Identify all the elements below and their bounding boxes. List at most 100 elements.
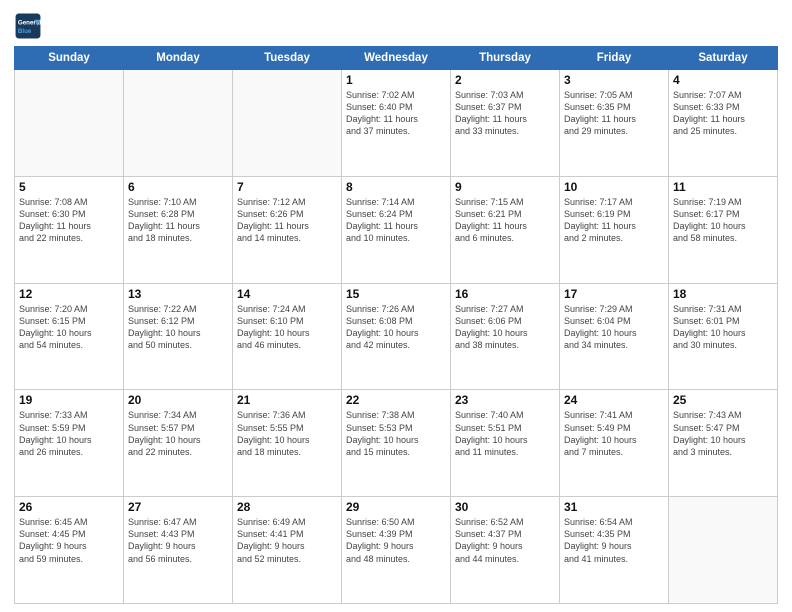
- calendar-day-cell: 25Sunrise: 7:43 AM Sunset: 5:47 PM Dayli…: [669, 390, 778, 497]
- calendar-day-cell: 21Sunrise: 7:36 AM Sunset: 5:55 PM Dayli…: [233, 390, 342, 497]
- day-number: 24: [564, 393, 664, 407]
- day-info: Sunrise: 7:34 AM Sunset: 5:57 PM Dayligh…: [128, 409, 228, 458]
- calendar-day-cell: 9 Sunrise: 7:15 AM Sunset: 6:21 PM Daylig…: [451, 176, 560, 283]
- calendar-day-cell: 13 Sunrise: 7:22 AM Sunset: 6:12 PM Dayli…: [124, 283, 233, 390]
- day-info: Sunrise: 7:33 AM Sunset: 5:59 PM Dayligh…: [19, 409, 119, 458]
- calendar-week-row: 12Sunrise: 7:20 AM Sunset: 6:15 PM Dayli…: [15, 283, 778, 390]
- day-number: 1: [346, 73, 446, 87]
- calendar-day-cell: 2Sunrise: 7:03 AM Sunset: 6:37 PM Daylig…: [451, 70, 560, 177]
- weekday-header: Friday: [560, 47, 669, 70]
- day-info: Sunrise: 7:22 AM Sunset: 6:12 PM Dayligh…: [128, 303, 228, 352]
- day-number: 13: [128, 287, 228, 301]
- calendar-day-cell: 27Sunrise: 6:47 AM Sunset: 4:43 PM Dayli…: [124, 497, 233, 604]
- day-info: Sunrise: 6:52 AM Sunset: 4:37 PM Dayligh…: [455, 516, 555, 565]
- day-info: Sunrise: 7:38 AM Sunset: 5:53 PM Dayligh…: [346, 409, 446, 458]
- day-info: Sunrise: 7:26 AM Sunset: 6:08 PM Dayligh…: [346, 303, 446, 352]
- weekday-row: SundayMondayTuesdayWednesdayThursdayFrid…: [15, 47, 778, 70]
- day-number: 6: [128, 180, 228, 194]
- day-number: 12: [19, 287, 119, 301]
- calendar-day-cell: [669, 497, 778, 604]
- calendar-day-cell: 7 Sunrise: 7:12 AM Sunset: 6:26 PM Daylig…: [233, 176, 342, 283]
- day-info: Sunrise: 7:40 AM Sunset: 5:51 PM Dayligh…: [455, 409, 555, 458]
- weekday-header: Saturday: [669, 47, 778, 70]
- calendar-day-cell: 8Sunrise: 7:14 AM Sunset: 6:24 PM Daylig…: [342, 176, 451, 283]
- calendar-day-cell: 1Sunrise: 7:02 AM Sunset: 6:40 PM Daylig…: [342, 70, 451, 177]
- day-info: Sunrise: 7:31 AM Sunset: 6:01 PM Dayligh…: [673, 303, 773, 352]
- day-number: 17: [564, 287, 664, 301]
- day-info: Sunrise: 7:24 AM Sunset: 6:10 PM Dayligh…: [237, 303, 337, 352]
- calendar-day-cell: 22 Sunrise: 7:38 AM Sunset: 5:53 PM Dayli…: [342, 390, 451, 497]
- calendar-day-cell: 24 Sunrise: 7:41 AM Sunset: 5:49 PM Dayli…: [560, 390, 669, 497]
- weekday-header: Wednesday: [342, 47, 451, 70]
- day-number: 9: [455, 180, 555, 194]
- day-info: Sunrise: 7:41 AM Sunset: 5:49 PM Dayligh…: [564, 409, 664, 458]
- day-info: Sunrise: 7:27 AM Sunset: 6:06 PM Dayligh…: [455, 303, 555, 352]
- day-number: 20: [128, 393, 228, 407]
- day-number: 18: [673, 287, 773, 301]
- calendar-day-cell: 3 Sunrise: 7:05 AM Sunset: 6:35 PM Daylig…: [560, 70, 669, 177]
- calendar-day-cell: 30 Sunrise: 6:52 AM Sunset: 4:37 PM Dayli…: [451, 497, 560, 604]
- day-number: 23: [455, 393, 555, 407]
- logo-icon: General Blue: [14, 12, 42, 40]
- day-number: 7: [237, 180, 337, 194]
- weekday-header: Monday: [124, 47, 233, 70]
- calendar-body: 1Sunrise: 7:02 AM Sunset: 6:40 PM Daylig…: [15, 70, 778, 604]
- weekday-header: Thursday: [451, 47, 560, 70]
- day-info: Sunrise: 7:17 AM Sunset: 6:19 PM Dayligh…: [564, 196, 664, 245]
- day-info: Sunrise: 7:10 AM Sunset: 6:28 PM Dayligh…: [128, 196, 228, 245]
- calendar-header: SundayMondayTuesdayWednesdayThursdayFrid…: [15, 47, 778, 70]
- day-number: 29: [346, 500, 446, 514]
- day-number: 10: [564, 180, 664, 194]
- day-info: Sunrise: 6:47 AM Sunset: 4:43 PM Dayligh…: [128, 516, 228, 565]
- day-number: 16: [455, 287, 555, 301]
- day-number: 14: [237, 287, 337, 301]
- day-number: 2: [455, 73, 555, 87]
- day-info: Sunrise: 7:19 AM Sunset: 6:17 PM Dayligh…: [673, 196, 773, 245]
- calendar-week-row: 5Sunrise: 7:08 AM Sunset: 6:30 PM Daylig…: [15, 176, 778, 283]
- calendar-day-cell: 18 Sunrise: 7:31 AM Sunset: 6:01 PM Dayli…: [669, 283, 778, 390]
- header: General Blue: [14, 12, 778, 40]
- day-info: Sunrise: 6:50 AM Sunset: 4:39 PM Dayligh…: [346, 516, 446, 565]
- day-info: Sunrise: 6:54 AM Sunset: 4:35 PM Dayligh…: [564, 516, 664, 565]
- logo: General Blue: [14, 12, 46, 40]
- day-number: 25: [673, 393, 773, 407]
- day-info: Sunrise: 7:08 AM Sunset: 6:30 PM Dayligh…: [19, 196, 119, 245]
- calendar-day-cell: [233, 70, 342, 177]
- calendar-day-cell: 10 Sunrise: 7:17 AM Sunset: 6:19 PM Dayli…: [560, 176, 669, 283]
- day-info: Sunrise: 7:29 AM Sunset: 6:04 PM Dayligh…: [564, 303, 664, 352]
- day-number: 19: [19, 393, 119, 407]
- calendar-day-cell: 19 Sunrise: 7:33 AM Sunset: 5:59 PM Dayli…: [15, 390, 124, 497]
- day-number: 30: [455, 500, 555, 514]
- calendar-day-cell: 26 Sunrise: 6:45 AM Sunset: 4:45 PM Dayli…: [15, 497, 124, 604]
- day-info: Sunrise: 6:49 AM Sunset: 4:41 PM Dayligh…: [237, 516, 337, 565]
- day-info: Sunrise: 7:14 AM Sunset: 6:24 PM Dayligh…: [346, 196, 446, 245]
- day-number: 3: [564, 73, 664, 87]
- calendar-day-cell: [124, 70, 233, 177]
- calendar-day-cell: 5Sunrise: 7:08 AM Sunset: 6:30 PM Daylig…: [15, 176, 124, 283]
- day-info: Sunrise: 7:36 AM Sunset: 5:55 PM Dayligh…: [237, 409, 337, 458]
- calendar-day-cell: 16 Sunrise: 7:27 AM Sunset: 6:06 PM Dayli…: [451, 283, 560, 390]
- calendar-day-cell: 23 Sunrise: 7:40 AM Sunset: 5:51 PM Dayli…: [451, 390, 560, 497]
- calendar-day-cell: 20 Sunrise: 7:34 AM Sunset: 5:57 PM Dayli…: [124, 390, 233, 497]
- calendar-day-cell: 6 Sunrise: 7:10 AM Sunset: 6:28 PM Daylig…: [124, 176, 233, 283]
- calendar-day-cell: 29 Sunrise: 6:50 AM Sunset: 4:39 PM Dayli…: [342, 497, 451, 604]
- day-number: 22: [346, 393, 446, 407]
- day-info: Sunrise: 7:15 AM Sunset: 6:21 PM Dayligh…: [455, 196, 555, 245]
- day-info: Sunrise: 7:07 AM Sunset: 6:33 PM Dayligh…: [673, 89, 773, 138]
- page-container: General Blue SundayMondayTuesdayWednesda…: [0, 0, 792, 612]
- calendar-day-cell: 17 Sunrise: 7:29 AM Sunset: 6:04 PM Dayli…: [560, 283, 669, 390]
- calendar-week-row: 26 Sunrise: 6:45 AM Sunset: 4:45 PM Dayli…: [15, 497, 778, 604]
- day-number: 11: [673, 180, 773, 194]
- calendar-day-cell: 12Sunrise: 7:20 AM Sunset: 6:15 PM Dayli…: [15, 283, 124, 390]
- day-info: Sunrise: 7:12 AM Sunset: 6:26 PM Dayligh…: [237, 196, 337, 245]
- weekday-header: Sunday: [15, 47, 124, 70]
- day-info: Sunrise: 7:05 AM Sunset: 6:35 PM Dayligh…: [564, 89, 664, 138]
- day-number: 15: [346, 287, 446, 301]
- weekday-header: Tuesday: [233, 47, 342, 70]
- day-number: 31: [564, 500, 664, 514]
- calendar-day-cell: 4Sunrise: 7:07 AM Sunset: 6:33 PM Daylig…: [669, 70, 778, 177]
- calendar-day-cell: 15 Sunrise: 7:26 AM Sunset: 6:08 PM Dayli…: [342, 283, 451, 390]
- svg-text:Blue: Blue: [18, 28, 32, 35]
- day-info: Sunrise: 6:45 AM Sunset: 4:45 PM Dayligh…: [19, 516, 119, 565]
- day-number: 26: [19, 500, 119, 514]
